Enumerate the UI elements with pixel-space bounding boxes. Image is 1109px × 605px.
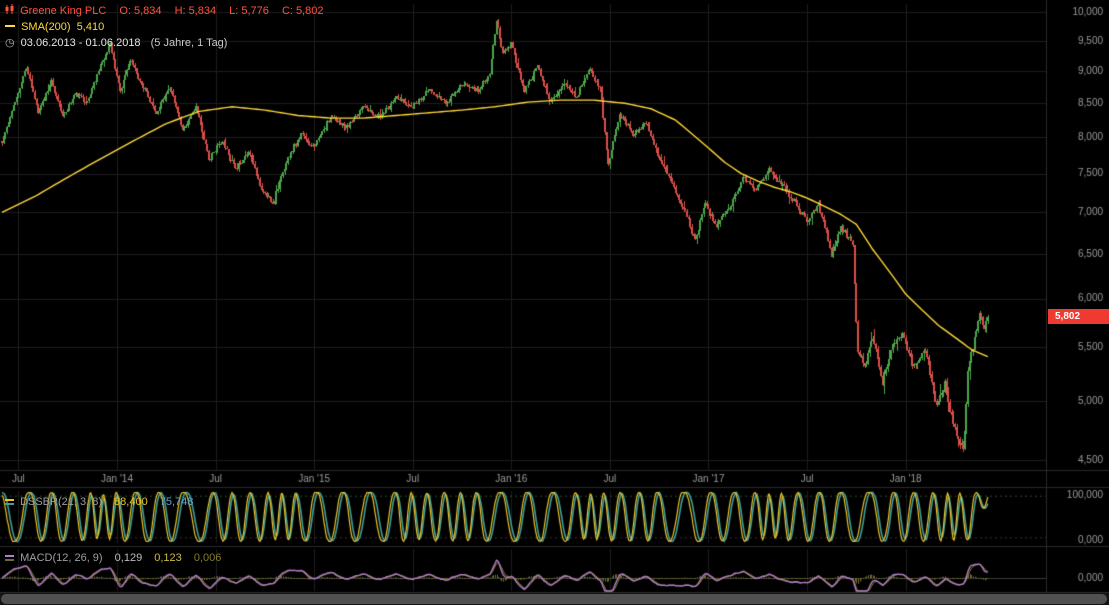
sma-label: SMA(200) xyxy=(21,21,71,33)
date-range-header: ◷ 03.06.2013 - 01.06.2018 (5 Jahre, 1 Ta… xyxy=(5,36,230,50)
sma-value: 5,410 xyxy=(77,21,105,33)
high-label: H: xyxy=(175,5,186,17)
macd-value-3: 0,006 xyxy=(194,552,222,564)
chart-window: Greene King PLC O:5,834 H:5,834 L:5,776 … xyxy=(0,0,1109,605)
dss-value-2: 75,748 xyxy=(160,496,194,508)
sma-indicator-header[interactable]: SMA(200) 5,410 xyxy=(5,20,107,34)
instrument-header[interactable]: Greene King PLC O:5,834 H:5,834 L:5,776 … xyxy=(5,4,326,19)
clock-icon: ◷ xyxy=(5,37,15,49)
date-range-text: 03.06.2013 - 01.06.2018 xyxy=(21,37,141,49)
dss-value-1: 88,400 xyxy=(114,496,148,508)
close-label: C: xyxy=(282,5,293,17)
macd-value-1: 0,129 xyxy=(115,552,143,564)
period-text: (5 Jahre, 1 Tag) xyxy=(151,37,228,49)
low-label: L: xyxy=(229,5,238,17)
low-value: 5,776 xyxy=(241,5,269,17)
macd-indicator-header[interactable]: MACD(12, 26, 9) 0,129 0,123 0,006 xyxy=(5,551,224,566)
last-price-badge: 5,802 xyxy=(1048,309,1109,324)
price-chart-canvas[interactable] xyxy=(0,0,1109,605)
dss-label: DSSBR(21, 3, 8) xyxy=(20,496,102,508)
candlestick-icon xyxy=(5,4,14,19)
macd-icon xyxy=(5,552,14,566)
last-price-text: 5,802 xyxy=(1055,311,1080,322)
scrollbar-thumb[interactable] xyxy=(1,594,1107,604)
macd-value-2: 0,123 xyxy=(154,552,182,564)
horizontal-scrollbar[interactable] xyxy=(0,593,1109,605)
high-value: 5,834 xyxy=(189,5,217,17)
sma-line-icon xyxy=(5,25,15,27)
instrument-name: Greene King PLC xyxy=(20,5,106,17)
dss-indicator-header[interactable]: DSSBR(21, 3, 8) 88,400 75,748 xyxy=(5,495,196,510)
open-value: 5,834 xyxy=(134,5,162,17)
oscillator-icon xyxy=(5,496,14,510)
macd-label: MACD(12, 26, 9) xyxy=(20,552,103,564)
open-label: O: xyxy=(119,5,131,17)
close-value: 5,802 xyxy=(296,5,324,17)
